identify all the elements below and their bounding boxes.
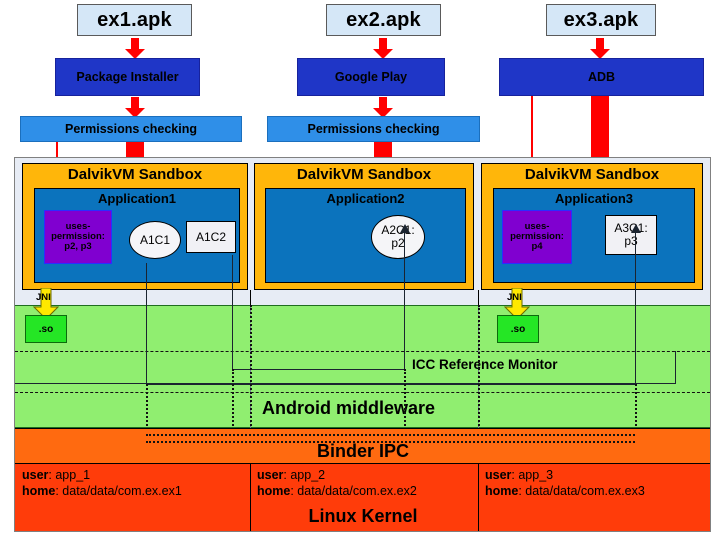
icc-reference-monitor-label: ICC Reference Monitor: [412, 357, 558, 372]
gray-band-divider-2: [478, 290, 479, 305]
component-a1c1: A1C1: [129, 221, 181, 259]
sandbox-1: DalvikVM Sandbox Application1 uses-permi…: [22, 163, 248, 290]
icc-reference-monitor-region: [15, 351, 676, 384]
application-title-3: Application3: [554, 191, 633, 206]
android-middleware-label: Android middleware: [262, 398, 436, 418]
kernel-home-value-3: : data/data/com.ex.ex3: [518, 483, 645, 498]
dotted-line-6: [478, 305, 480, 446]
sandbox-2: DalvikVM Sandbox Application2 A2C1: p2: [254, 163, 474, 290]
jni-label-3: JNI: [507, 292, 522, 303]
component-a1c2-name: A1C2: [195, 229, 227, 244]
sandbox-3: DalvikVM Sandbox Application3 uses-permi…: [481, 163, 703, 290]
arrow-apk1-to-installer: [124, 38, 146, 60]
application-3: Application3 uses-permission: p4 A3C1: p…: [493, 188, 695, 283]
kernel-user-label-2: user: [257, 468, 284, 482]
sandbox-title-2: DalvikVM Sandbox: [296, 166, 432, 183]
kernel-user-value-3: : app_3: [511, 468, 554, 482]
component-a3c1: A3C1: p3: [605, 215, 657, 255]
kernel-home-value-2: : data/data/com.ex.ex2: [290, 483, 417, 498]
uses-permission-value-1: p2, p3: [64, 241, 92, 253]
icc-arrowhead-a3c1: [631, 224, 641, 233]
application-title-2: Application2: [326, 191, 405, 206]
component-a2c1-perm: p2: [391, 236, 405, 250]
kernel-home-label-1: home: [22, 483, 56, 498]
component-a2c1: A2C1: p2: [371, 215, 425, 259]
application-2: Application2 A2C1: p2: [265, 188, 466, 283]
diagram-canvas: ex1.apk Package Installer Permissions ch…: [0, 0, 726, 540]
sandbox-title-1: DalvikVM Sandbox: [67, 166, 203, 183]
apk-box-2: ex2.apk: [326, 4, 441, 36]
application-1: Application1 uses-permission: p2, p3 A1C…: [34, 188, 240, 283]
uses-permission-value-3: p4: [531, 241, 543, 253]
adb-box: ADB: [499, 58, 704, 96]
uses-permission-box-1: uses-permission: p2, p3: [44, 210, 112, 264]
permissions-checking-box-1: Permissions checking: [20, 116, 242, 142]
linux-kernel-label: Linux Kernel: [308, 506, 418, 526]
gray-band-divider-1: [250, 290, 251, 305]
package-installer-box: Package Installer: [55, 58, 200, 96]
kernel-home-label-3: home: [485, 483, 519, 498]
application-title-1: Application1: [97, 191, 176, 206]
binder-ipc-label: Binder IPC: [316, 441, 409, 461]
uses-permission-label-1: uses-permission:: [51, 220, 105, 242]
kernel-cell-2: user: app_2 home: data/data/com.ex.ex2: [257, 468, 417, 499]
arrow-apk3-to-adb: [589, 38, 611, 60]
apk-box-3: ex3.apk: [546, 4, 656, 36]
kernel-user-value-2: : app_2: [283, 468, 326, 482]
icc-conn-to-a2c1-vertical: [404, 232, 406, 370]
permissions-checking-box-2: Permissions checking: [267, 116, 480, 142]
google-play-box: Google Play: [297, 58, 445, 96]
uses-permission-label-3: uses-permission:: [510, 220, 564, 242]
kernel-cell-1: user: app_1 home: data/data/com.ex.ex1: [22, 468, 182, 499]
kernel-cell-3: user: app_3 home: data/data/com.ex.ex3: [485, 468, 645, 499]
uses-permission-box-3: uses-permission: p4: [502, 210, 572, 264]
apk-box-1: ex1.apk: [77, 4, 192, 36]
kernel-home-label-2: home: [257, 483, 291, 498]
sandbox-title-3: DalvikVM Sandbox: [524, 166, 660, 183]
kernel-user-label-3: user: [485, 468, 512, 482]
middleware-dash-bottom: [15, 392, 710, 393]
so-box-3: .so: [497, 315, 539, 343]
so-box-1: .so: [25, 315, 67, 343]
icc-arrowhead-a2c1: [400, 224, 410, 233]
kernel-home-value-1: : data/data/com.ex.ex1: [55, 483, 182, 498]
jni-label-1: JNI: [36, 292, 51, 303]
kernel-user-label-1: user: [22, 468, 49, 482]
icc-conn-a1c1-horizontal: [146, 384, 636, 386]
binder-dotted-top: [146, 434, 635, 436]
arrow-apk2-to-installer: [372, 38, 394, 60]
component-a1c1-name: A1C1: [139, 232, 171, 247]
kernel-user-value-1: : app_1: [48, 468, 91, 482]
dotted-line-5: [250, 305, 252, 446]
component-a1c2: A1C2: [186, 221, 236, 253]
